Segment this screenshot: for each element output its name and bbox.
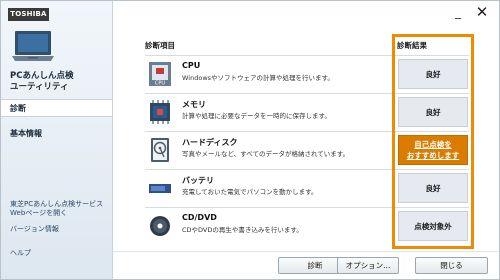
app-window: TOSHIBA PCあんしん点検 ユーティリティ 診断 基本情報 東芝PCあんし… <box>0 0 500 280</box>
recommend-line1: 自己点検を <box>414 140 452 149</box>
close-window-button[interactable]: ✕ <box>475 3 489 21</box>
service-link-line2: Webページを開く <box>10 209 68 217</box>
battery-icon <box>149 184 171 193</box>
footer-divider <box>113 251 499 252</box>
app-title-line2: ユーティリティ <box>10 82 69 92</box>
diagnosis-list: CPU CPU Windowsやソフトウェアの計算や処理を行います。 良好 メモ… <box>145 55 469 244</box>
laptop-app-icon <box>12 31 54 61</box>
app-title: PCあんしん点検 ユーティリティ <box>10 71 105 93</box>
service-webpage-link[interactable]: 東芝PCあんしん点検サービス Webページを開く <box>10 200 110 218</box>
item-name: ハードディスク <box>182 138 238 147</box>
nav-item-basic-info[interactable]: 基本情報 <box>1 125 112 143</box>
item-description: 計算や処理に必要なデータを一時的に保存します。 <box>182 112 331 120</box>
close-button[interactable]: 閉じる <box>415 257 488 274</box>
close-icon: ✕ <box>475 3 489 21</box>
item-name: CPU <box>182 61 201 70</box>
minimize-button[interactable]: _ <box>452 5 464 19</box>
item-name: CD/DVD <box>182 213 217 222</box>
diagnosis-row-cpu: CPU CPU Windowsやソフトウェアの計算や処理を行います。 良好 <box>145 55 469 92</box>
result-badge-battery: 良好 <box>398 173 468 203</box>
help-link[interactable]: ヘルプ <box>10 249 110 258</box>
recommend-line2: おすすめします <box>406 151 460 160</box>
sidebar: TOSHIBA PCあんしん点検 ユーティリティ 診断 基本情報 東芝PCあんし… <box>1 1 113 279</box>
item-description: 写真やメールなど、すべてのデータが格納されています。 <box>182 150 350 158</box>
diagnosis-row-cd-dvd: CD/DVD CDやDVDの再生や書き込みを行います。 点検対象外 <box>145 207 469 244</box>
result-badge-cpu: 良好 <box>398 59 468 89</box>
service-link-line1: 東芝PCあんしん点検サービス <box>10 200 104 208</box>
app-title-line1: PCあんしん点検 <box>10 71 74 81</box>
diagnosis-row-hard-disk: ハードディスク 写真やメールなど、すべてのデータが格納されています。 自己点検を… <box>145 131 469 168</box>
column-header-result: 診断結果 <box>397 41 427 50</box>
nav-item-diagnose[interactable]: 診断 <box>1 99 112 117</box>
hard-disk-icon <box>151 138 169 162</box>
diagnosis-row-battery: バッテリ 充電しておいた電気でパソコンを動かします。 良好 <box>145 169 469 206</box>
result-badge-cd-dvd: 点検対象外 <box>398 211 468 241</box>
cpu-icon: CPU <box>149 62 171 87</box>
item-description: 充電しておいた電気でパソコンを動かします。 <box>182 188 318 196</box>
disc-icon <box>150 216 170 236</box>
column-header-item: 診断項目 <box>145 41 175 50</box>
item-description: Windowsやソフトウェアの計算や処理を行います。 <box>182 74 334 82</box>
toshiba-logo: TOSHIBA <box>8 8 49 21</box>
item-name: バッテリ <box>182 176 214 185</box>
result-recommend-self-check-link[interactable]: 自己点検を おすすめします <box>398 135 468 165</box>
result-badge-memory: 良好 <box>398 97 468 127</box>
version-info-link[interactable]: バージョン情報 <box>10 225 110 234</box>
memory-icon <box>150 100 170 124</box>
item-description: CDやDVDの再生や書き込みを行います。 <box>182 226 303 234</box>
options-button[interactable]: オプション... <box>337 257 399 274</box>
cpu-chip-label: CPU <box>155 81 166 87</box>
minimize-icon: _ <box>455 5 461 19</box>
diagnosis-row-memory: メモリ 計算や処理に必要なデータを一時的に保存します。 良好 <box>145 93 469 130</box>
item-name: メモリ <box>182 100 206 109</box>
